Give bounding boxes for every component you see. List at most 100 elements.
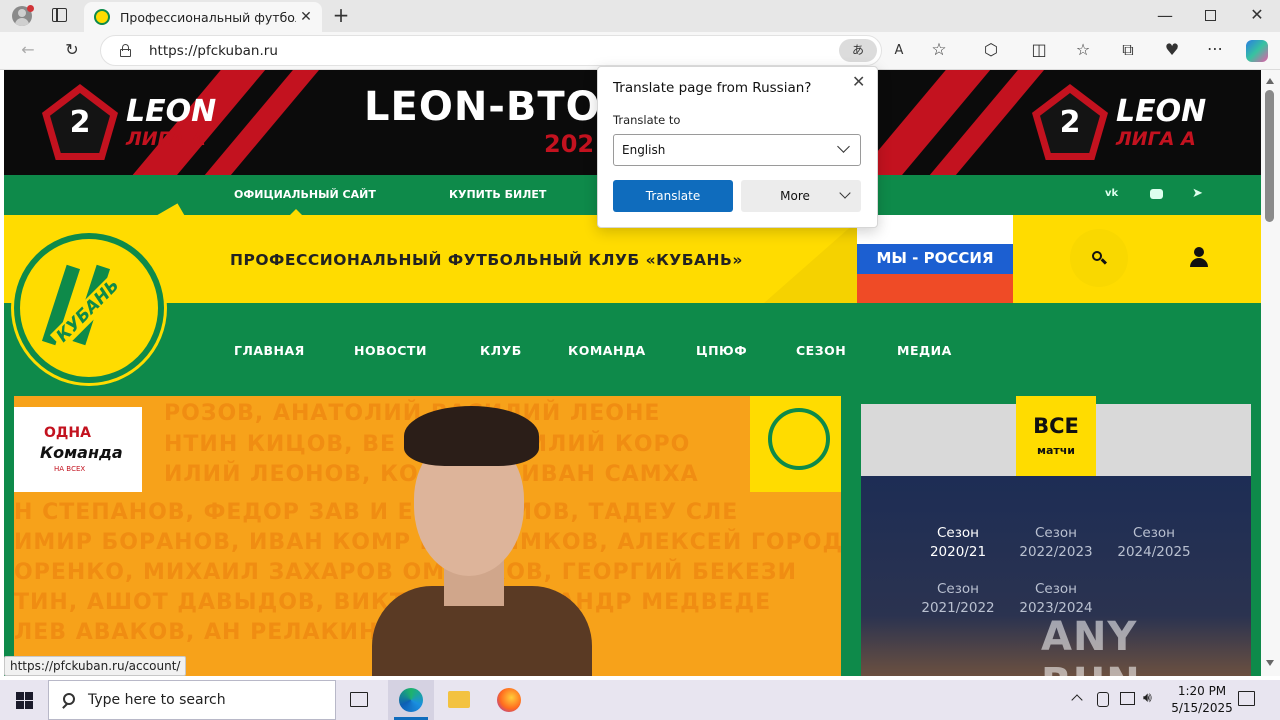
- hero-banner[interactable]: РОЗОВ, АНАТОЛИЙ ВАСИЛИЙ ЛЕОНЕ НТИН КИЦОВ…: [14, 396, 841, 676]
- nav-academy[interactable]: ЦПЮФ: [696, 343, 747, 358]
- vk-icon[interactable]: vk: [1105, 188, 1118, 199]
- new-tab-plus-icon[interactable]: +: [331, 5, 351, 25]
- status-link-url: https://pfckuban.ru/account/: [4, 656, 187, 676]
- start-windows-icon[interactable]: [16, 692, 33, 709]
- season-years: 2022/2023: [1019, 544, 1093, 560]
- telegram-icon[interactable]: ➤: [1192, 186, 1203, 201]
- volume-icon[interactable]: 🔊︎: [1143, 690, 1152, 706]
- nav-team[interactable]: КОМАНДА: [568, 343, 646, 358]
- security-tray-icon[interactable]: [1097, 692, 1109, 707]
- all-matches-button[interactable]: ВСЕ матчи: [1016, 396, 1096, 481]
- edge-taskbar-icon[interactable]: [388, 680, 434, 720]
- all-matches-sub: матчи: [1036, 444, 1076, 457]
- youtube-icon[interactable]: [1150, 189, 1163, 199]
- season-2023-2024[interactable]: Сезон 2023/2024: [1011, 580, 1101, 618]
- season-label: Сезон: [1035, 525, 1077, 541]
- firefox-icon[interactable]: [497, 688, 521, 712]
- taskbar-search-placeholder: Type here to search: [88, 692, 226, 708]
- taskbar-search-box[interactable]: Type here to search: [48, 680, 336, 720]
- notifications-icon[interactable]: [1238, 691, 1255, 706]
- task-view-icon[interactable]: [350, 692, 368, 707]
- lock-icon[interactable]: [120, 44, 131, 57]
- language-select[interactable]: English: [613, 134, 861, 166]
- season-2021-2022[interactable]: Сезон 2021/2022: [913, 580, 1003, 618]
- close-window-icon[interactable]: ✕: [1247, 5, 1267, 25]
- anyrun-watermark: ANY RUN: [1041, 614, 1140, 676]
- page-scrollbar[interactable]: [1261, 70, 1280, 676]
- search-button[interactable]: [1070, 229, 1128, 287]
- scroll-thumb[interactable]: [1265, 90, 1274, 222]
- close-popup-icon[interactable]: ✕: [852, 72, 865, 91]
- player-photo: [254, 396, 614, 676]
- site-favicon-icon: [94, 9, 110, 25]
- chevron-down-icon: [837, 140, 850, 153]
- settings-more-icon[interactable]: ⋯: [1205, 39, 1225, 59]
- nav-news[interactable]: НОВОСТИ: [354, 343, 427, 358]
- browser-essentials-icon[interactable]: ♥: [1162, 40, 1182, 60]
- collections-icon[interactable]: ⧉: [1118, 40, 1138, 60]
- season-label: Сезон: [937, 525, 979, 541]
- season-label: Сезон: [1035, 581, 1077, 597]
- translate-icon[interactable]: あ: [839, 39, 877, 62]
- url-field[interactable]: https://pfckuban.ru あ A ☆: [100, 35, 947, 66]
- tab-active[interactable]: Профессиональный футбольный ✕: [84, 2, 322, 32]
- season-2024-2025[interactable]: Сезон 2024/2025: [1109, 524, 1199, 562]
- clock-time[interactable]: 1:20 PM: [1166, 684, 1238, 698]
- season-years: 2020/21: [929, 544, 987, 560]
- restore-window-icon[interactable]: [1205, 10, 1216, 21]
- hero-club-logo: [750, 396, 841, 492]
- favorite-star-icon[interactable]: ☆: [929, 40, 949, 60]
- flag-label: МЫ - РОССИЯ: [876, 249, 994, 267]
- read-aloud-icon[interactable]: A: [889, 41, 909, 61]
- translate-to-label: Translate to: [613, 113, 681, 127]
- russia-flag-banner[interactable]: МЫ - РОССИЯ: [857, 215, 1013, 303]
- translate-popup-title: Translate page from Russian?: [613, 80, 812, 96]
- matches-panel: ВСЕ матчи Сезон 2020/21 Сезон 2022/2023 …: [861, 396, 1251, 676]
- show-hidden-icons-chevron[interactable]: [1071, 694, 1083, 706]
- clock-date[interactable]: 5/15/2025: [1166, 701, 1238, 715]
- minimize-window-icon[interactable]: —: [1155, 6, 1175, 26]
- tab-actions-icon[interactable]: [52, 8, 67, 22]
- nav-season[interactable]: СЕЗОН: [796, 343, 846, 358]
- extensions-icon[interactable]: ⬡: [981, 40, 1001, 60]
- league-brand-right: LEON: [1116, 94, 1207, 129]
- scroll-down-icon[interactable]: [1266, 660, 1274, 666]
- season-2020-21[interactable]: Сезон 2020/21: [913, 524, 1003, 562]
- season-years: 2021/2022: [921, 600, 995, 616]
- more-button[interactable]: More: [741, 180, 861, 212]
- copilot-icon[interactable]: [1246, 40, 1268, 62]
- address-toolbar: ← ↻ https://pfckuban.ru あ A ☆ ⬡ ◫ ☆ ⧉ ♥ …: [0, 32, 1280, 70]
- close-tab-icon[interactable]: ✕: [298, 7, 314, 27]
- nav-club[interactable]: КЛУБ: [480, 343, 522, 358]
- file-explorer-icon[interactable]: [448, 691, 470, 708]
- back-arrow-icon[interactable]: ←: [18, 40, 38, 60]
- notification-dot-icon: [27, 5, 34, 12]
- season-label: Сезон: [937, 581, 979, 597]
- split-screen-icon[interactable]: ◫: [1029, 40, 1049, 60]
- nav-buy-ticket[interactable]: КУПИТЬ БИЛЕТ: [449, 188, 546, 201]
- banner-year: 202: [544, 130, 595, 158]
- club-logo[interactable]: КУБАНЬ: [14, 203, 194, 395]
- all-matches-label: ВСЕ: [1033, 414, 1079, 438]
- network-icon[interactable]: [1120, 692, 1135, 705]
- nav-home[interactable]: ГЛАВНАЯ: [234, 343, 305, 358]
- league-number-left: 2: [69, 105, 91, 140]
- banner-headline: LEON-ВТО: [364, 84, 601, 130]
- season-years: 2024/2025: [1117, 544, 1191, 560]
- account-user-icon[interactable]: [1190, 247, 1208, 267]
- league-brand-left: LEON: [126, 94, 217, 129]
- league-sub-right: ЛИГА А: [1116, 128, 1196, 150]
- refresh-icon[interactable]: ↻: [62, 40, 82, 60]
- season-label: Сезон: [1133, 525, 1175, 541]
- nav-media[interactable]: МЕДИА: [897, 343, 952, 358]
- league-sub-left: ЛИГА А: [126, 128, 206, 150]
- tab-title: Профессиональный футбольный: [120, 10, 296, 25]
- badge-line2: Команда: [40, 443, 123, 462]
- nav-official-site[interactable]: ОФИЦИАЛЬНЫЙ САЙТ: [234, 188, 376, 201]
- translate-button[interactable]: Translate: [613, 180, 733, 212]
- club-title: ПРОФЕССИОНАЛЬНЫЙ ФУТБОЛЬНЫЙ КЛУБ «КУБАНЬ…: [230, 251, 743, 269]
- more-button-label: More: [780, 189, 810, 203]
- scroll-up-icon[interactable]: [1266, 78, 1274, 84]
- favorites-icon[interactable]: ☆: [1073, 40, 1093, 60]
- season-2022-2023[interactable]: Сезон 2022/2023: [1011, 524, 1101, 562]
